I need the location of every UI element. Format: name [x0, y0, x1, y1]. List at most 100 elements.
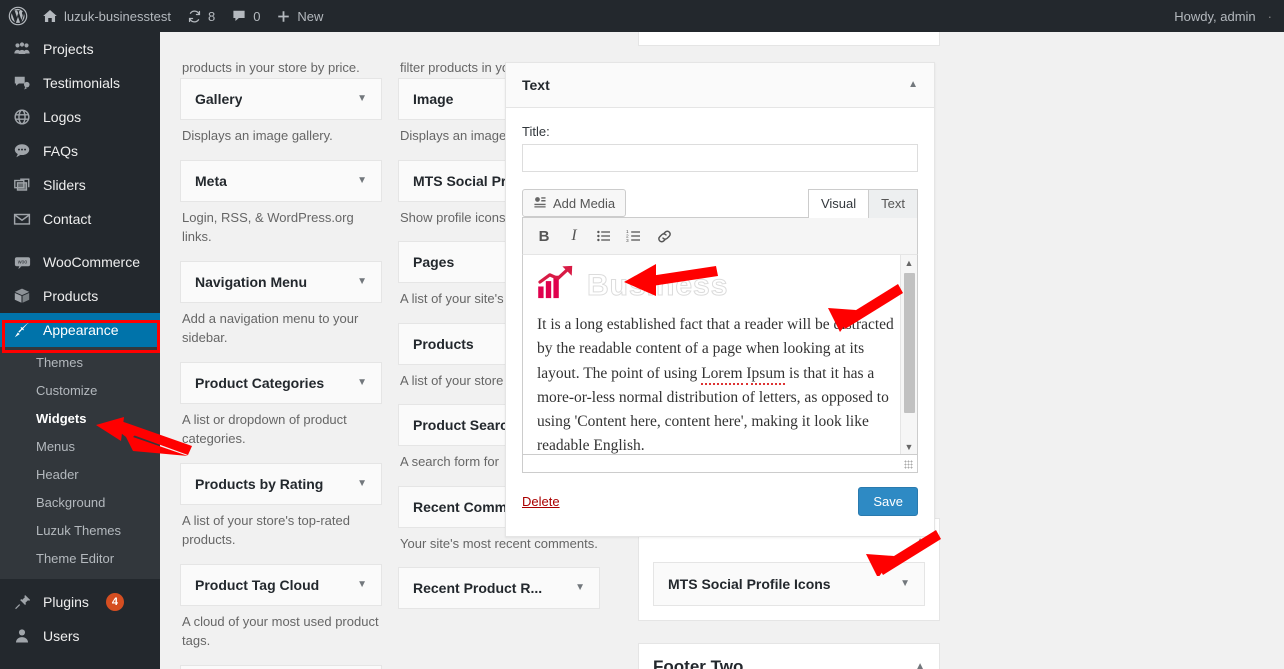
new-content-menu[interactable]: New: [268, 0, 331, 32]
scroll-up-icon[interactable]: ▲: [905, 255, 914, 271]
widget-title: Product Categories: [195, 374, 325, 391]
collapse-toggle-icon[interactable]: ▲: [915, 662, 925, 669]
chevron-down-icon[interactable]: ▼: [357, 478, 367, 489]
widget-recent-product-reviews[interactable]: Recent Product R... ▼: [398, 567, 600, 609]
widget-title: Meta: [195, 172, 227, 189]
submenu-item-luzuk-themes[interactable]: Luzuk Themes: [0, 517, 160, 545]
users-icon: [12, 626, 32, 646]
widget-recent-posts[interactable]: Recent Posts ▼: [180, 664, 382, 669]
editor-resize-handle[interactable]: [522, 455, 918, 473]
sidebar-item-products[interactable]: Products: [0, 279, 160, 313]
editor-content-area[interactable]: Business It is a long established fact t…: [522, 255, 918, 455]
widget-gallery[interactable]: Gallery ▼: [180, 78, 382, 120]
submenu-item-header[interactable]: Header: [0, 461, 160, 489]
site-name-label: luzuk-businesstest: [64, 8, 171, 24]
widget-product-categories[interactable]: Product Categories ▼: [180, 361, 382, 404]
add-media-button[interactable]: Add Media: [522, 189, 627, 217]
wordpress-logo-icon[interactable]: [0, 0, 34, 32]
appearance-brush-icon: [12, 320, 32, 340]
sidebar-item-contact[interactable]: Contact: [0, 202, 160, 236]
chevron-down-icon[interactable]: ▼: [357, 94, 367, 104]
tab-visual[interactable]: Visual: [807, 189, 870, 218]
testimonials-icon: [12, 73, 32, 93]
scroll-down-icon[interactable]: ▼: [905, 439, 914, 454]
chevron-down-icon[interactable]: ▼: [357, 175, 367, 186]
products-box-icon: [12, 286, 32, 306]
title-input[interactable]: [522, 144, 918, 172]
widget-products-by-rating[interactable]: Products by Rating ▼: [180, 462, 382, 505]
tab-text[interactable]: Text: [868, 189, 918, 218]
widget-title: MTS Social Profile Icons: [668, 576, 831, 592]
logos-icon: [12, 107, 32, 127]
menu-separator: [0, 236, 160, 245]
sidebar-item-projects[interactable]: Projects: [0, 32, 160, 66]
editor-format-toolbar: B I 123: [522, 217, 918, 255]
howdy-label: Howdy, admin: [1174, 8, 1256, 24]
widget-title: Products: [413, 335, 474, 352]
sidebar-item-label: WooCommerce: [43, 254, 140, 270]
link-icon[interactable]: [651, 224, 677, 248]
scrollbar-thumb[interactable]: [903, 273, 915, 413]
editor-scrollbar[interactable]: ▲ ▼: [900, 255, 918, 454]
numbered-list-icon[interactable]: 123: [621, 224, 647, 248]
submenu-item-menus[interactable]: Menus: [0, 433, 160, 461]
bulleted-list-icon[interactable]: [591, 224, 617, 248]
submenu-item-themes[interactable]: Themes: [0, 349, 160, 377]
chevron-down-icon[interactable]: ▼: [575, 583, 585, 593]
sidebar-item-woocommerce[interactable]: woo WooCommerce: [0, 245, 160, 279]
italic-icon[interactable]: I: [561, 224, 587, 248]
widget-title: MTS Social Prof: [413, 172, 520, 189]
sliders-icon: [12, 175, 32, 195]
chart-growth-icon: [537, 265, 577, 307]
sidebar-item-logos[interactable]: Logos: [0, 100, 160, 134]
sidebar-item-label: Plugins: [43, 594, 89, 610]
sidebar-item-users[interactable]: Users: [0, 619, 160, 653]
faqs-icon: [12, 141, 32, 161]
save-button[interactable]: Save: [858, 487, 918, 516]
my-account-menu[interactable]: Howdy, admin ·: [1166, 0, 1284, 32]
sidebar-item-label: Users: [43, 628, 80, 644]
submenu-item-theme-editor[interactable]: Theme Editor: [0, 545, 160, 573]
sidebar-item-appearance[interactable]: Appearance: [0, 313, 160, 347]
comments-menu[interactable]: 0: [223, 0, 268, 32]
widget-meta[interactable]: Meta ▼: [180, 159, 382, 202]
text-widget-title: Text: [522, 77, 550, 93]
assigned-widget-mts-social-profile-icons[interactable]: MTS Social Profile Icons ▼: [653, 562, 925, 606]
text-widget-footer: Delete Save: [522, 473, 918, 520]
sidebar-item-plugins[interactable]: Plugins 4: [0, 585, 160, 619]
widget-description: Login, RSS, & WordPress.org links.: [182, 209, 354, 245]
sidebar-item-faqs[interactable]: FAQs: [0, 134, 160, 168]
widget-title: Gallery: [195, 91, 243, 107]
chevron-down-icon[interactable]: ▼: [900, 579, 910, 589]
sidebar-item-testimonials[interactable]: Testimonials: [0, 66, 160, 100]
collapse-toggle-icon[interactable]: ▲: [908, 80, 918, 90]
widget-navigation-menu[interactable]: Navigation Menu ▼: [180, 260, 382, 303]
text-widget-header[interactable]: Text ▲: [506, 63, 934, 108]
chevron-down-icon[interactable]: ▼: [357, 579, 367, 590]
widget-product-tag-cloud[interactable]: Product Tag Cloud ▼: [180, 563, 382, 606]
widget-description: Add a navigation menu to your sidebar.: [182, 310, 359, 346]
delete-link[interactable]: Delete: [522, 494, 560, 509]
submenu-item-widgets[interactable]: Widgets: [0, 405, 160, 433]
bold-icon[interactable]: B: [531, 224, 557, 248]
collapse-toggle-icon[interactable]: ▲: [915, 537, 925, 547]
chevron-down-icon[interactable]: ▼: [357, 276, 367, 287]
editor-top-row: Add Media Visual Text: [522, 188, 918, 218]
widget-title: Products by Rating: [195, 475, 324, 492]
widget-description: A list of your store's top-rated product…: [182, 512, 350, 548]
submenu-item-background[interactable]: Background: [0, 489, 160, 517]
plugins-icon: [12, 592, 32, 612]
chevron-down-icon[interactable]: ▼: [357, 377, 367, 388]
plugins-update-badge: 4: [105, 593, 124, 611]
footer-two-panel: Footer Two ▲ Add widgets here to appear …: [638, 643, 940, 669]
site-name-menu[interactable]: luzuk-businesstest: [34, 0, 179, 32]
woocommerce-icon: woo: [12, 252, 32, 272]
title-field-label: Title:: [522, 124, 550, 139]
scrollbar-track[interactable]: [901, 271, 918, 439]
submenu-item-customize[interactable]: Customize: [0, 377, 160, 405]
editor-rich-text[interactable]: Business It is a long established fact t…: [523, 255, 908, 454]
updates-menu[interactable]: 8: [179, 0, 223, 32]
new-label: New: [297, 8, 324, 24]
sidebar-item-sliders[interactable]: Sliders: [0, 168, 160, 202]
widget-title: Image: [413, 91, 454, 107]
